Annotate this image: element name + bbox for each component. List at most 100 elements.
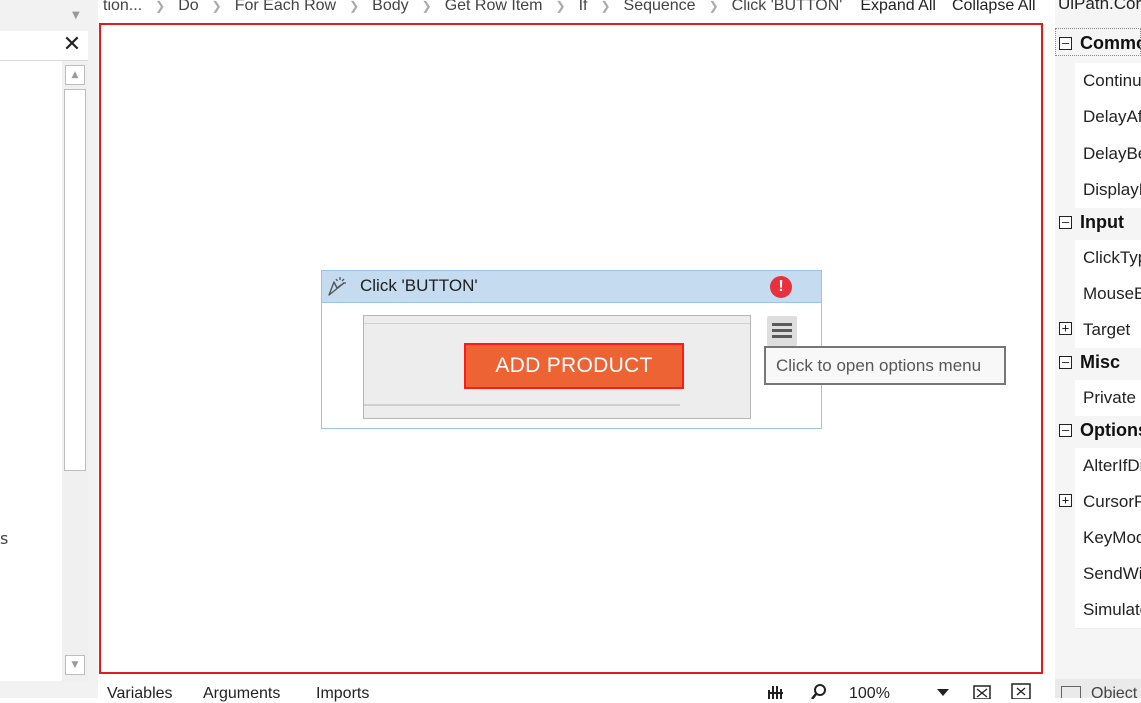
property-label: MouseButton xyxy=(1083,284,1141,303)
property-label: ContinueOnError xyxy=(1083,71,1141,90)
breadcrumb-item[interactable]: Sequence xyxy=(620,0,700,15)
category-options[interactable]: – Options xyxy=(1055,416,1141,448)
property-label: DelayBefore xyxy=(1083,144,1141,163)
scroll-down-icon[interactable]: ▼ xyxy=(65,655,85,675)
panel-splitter[interactable] xyxy=(88,0,98,698)
object-browser-icon xyxy=(1061,686,1081,698)
tab-variables[interactable]: Variables xyxy=(107,685,173,703)
chevron-right-icon: ❯ xyxy=(421,0,432,13)
tab-imports[interactable]: Imports xyxy=(316,685,369,703)
hamburger-icon xyxy=(772,329,792,332)
breadcrumb: tion... ❯ Do ❯ For Each Row ❯ Body ❯ Get… xyxy=(99,0,1055,18)
expand-all-button[interactable]: Expand All xyxy=(846,0,944,15)
properties-tabs: Object xyxy=(1055,679,1141,698)
property-row[interactable]: + Target xyxy=(1055,312,1141,349)
collapse-icon[interactable]: – xyxy=(1059,424,1072,437)
property-label: SimulateClick xyxy=(1083,600,1141,619)
breadcrumb-item[interactable]: If xyxy=(575,0,592,15)
category-common[interactable]: – Common xyxy=(1055,27,1141,63)
chevron-right-icon: ❯ xyxy=(555,0,566,13)
activity-title[interactable]: Click 'BUTTON' xyxy=(360,276,478,296)
category-misc[interactable]: – Misc xyxy=(1055,348,1141,380)
category-label: Misc xyxy=(1080,352,1121,372)
overview-icon[interactable] xyxy=(1011,683,1031,699)
chevron-right-icon: ❯ xyxy=(155,0,166,13)
close-icon[interactable]: ✕ xyxy=(61,33,83,57)
property-row[interactable]: ClickType xyxy=(1055,240,1141,277)
chevron-right-icon: ❯ xyxy=(349,0,360,13)
activities-list: s xyxy=(0,61,62,681)
breadcrumb-item-current[interactable]: Click 'BUTTON' xyxy=(728,0,847,15)
breadcrumb-item[interactable]: Body xyxy=(368,0,412,15)
properties-panel: UiPath.Core – Common ContinueOnError Del… xyxy=(1055,0,1141,698)
property-row[interactable]: DelayAfter xyxy=(1055,99,1141,137)
property-row[interactable]: DisplayName xyxy=(1055,172,1141,209)
property-row[interactable]: SendWindowMessages xyxy=(1055,556,1141,593)
category-label: Options xyxy=(1080,420,1141,440)
vertical-scrollbar[interactable]: ▲ ▼ xyxy=(62,61,88,681)
designer-canvas[interactable]: Click 'BUTTON' ! ADD PRODUCT Click to op… xyxy=(99,23,1043,674)
zoom-icon[interactable] xyxy=(809,683,829,699)
chevron-down-icon[interactable] xyxy=(937,689,949,696)
property-row[interactable]: ContinueOnError xyxy=(1055,63,1141,100)
hand-pan-icon[interactable] xyxy=(766,683,786,699)
activities-panel: ▼ ✕ s ▲ ▼ xyxy=(0,0,98,698)
panel-toolbar: ▼ xyxy=(0,0,88,30)
click-icon xyxy=(328,277,346,296)
expand-icon[interactable]: + xyxy=(1059,322,1072,335)
property-label: SendWindowMessages xyxy=(1083,564,1141,583)
property-label: Private xyxy=(1083,388,1136,407)
designer-status-bar: Variables Arguments Imports 100% xyxy=(99,675,1055,702)
property-row[interactable]: + CursorPosition xyxy=(1055,484,1141,521)
tooltip: Click to open options menu xyxy=(764,346,1006,385)
breadcrumb-item[interactable]: Get Row Item xyxy=(441,0,547,15)
collapse-icon[interactable]: – xyxy=(1059,37,1072,50)
property-row[interactable]: Private xyxy=(1055,380,1141,417)
property-row[interactable]: SimulateClick xyxy=(1055,592,1141,629)
tab-object-browser[interactable]: Object xyxy=(1091,685,1137,698)
property-label: CursorPosition xyxy=(1083,492,1141,511)
collapse-icon[interactable]: – xyxy=(1059,216,1072,229)
list-item-text[interactable]: s xyxy=(0,529,8,548)
collapse-icon[interactable]: – xyxy=(1059,356,1072,369)
property-row[interactable]: DelayBefore xyxy=(1055,136,1141,173)
property-label: DisplayName xyxy=(1083,180,1141,199)
properties-grid: – Common ContinueOnError DelayAfter Dela… xyxy=(1055,27,1141,629)
chevron-right-icon: ❯ xyxy=(211,0,222,13)
property-label: ClickType xyxy=(1083,248,1141,267)
error-icon[interactable]: ! xyxy=(770,276,792,298)
properties-title: UiPath.Core xyxy=(1058,0,1141,13)
divider xyxy=(364,404,680,406)
divider xyxy=(364,323,750,324)
expand-icon[interactable]: + xyxy=(1059,494,1072,507)
chevron-right-icon: ❯ xyxy=(708,0,719,13)
property-row[interactable]: MouseButton xyxy=(1055,276,1141,313)
category-input[interactable]: – Input xyxy=(1055,208,1141,240)
property-row[interactable]: AlterIfDisabled xyxy=(1055,448,1141,485)
property-label: KeyModifiers xyxy=(1083,528,1141,547)
activity-header[interactable]: Click 'BUTTON' ! xyxy=(322,271,821,303)
target-element-preview: ADD PRODUCT xyxy=(464,343,684,389)
property-label: AlterIfDisabled xyxy=(1083,456,1141,475)
scrollbar-thumb[interactable] xyxy=(64,89,86,471)
zoom-level[interactable]: 100% xyxy=(849,685,890,703)
scroll-up-icon[interactable]: ▲ xyxy=(65,65,85,85)
property-row[interactable]: KeyModifiers xyxy=(1055,520,1141,557)
collapse-all-button[interactable]: Collapse All xyxy=(944,0,1044,15)
hamburger-icon xyxy=(772,335,792,338)
breadcrumb-item[interactable]: For Each Row xyxy=(231,0,340,15)
property-label: DelayAfter xyxy=(1083,107,1141,126)
panel-splitter[interactable] xyxy=(1043,23,1055,698)
category-label: Common xyxy=(1080,33,1141,53)
category-label: Input xyxy=(1080,212,1124,232)
property-label: Target xyxy=(1083,320,1131,339)
target-screenshot[interactable]: ADD PRODUCT xyxy=(363,315,751,419)
options-menu-button[interactable] xyxy=(767,316,797,346)
hamburger-icon xyxy=(772,323,792,326)
click-activity[interactable]: Click 'BUTTON' ! ADD PRODUCT xyxy=(321,270,822,429)
fit-to-screen-icon[interactable] xyxy=(972,683,992,699)
breadcrumb-item[interactable]: tion... xyxy=(99,0,146,15)
tab-arguments[interactable]: Arguments xyxy=(203,685,280,703)
breadcrumb-item[interactable]: Do xyxy=(174,0,202,15)
chevron-down-icon[interactable]: ▼ xyxy=(72,10,80,21)
